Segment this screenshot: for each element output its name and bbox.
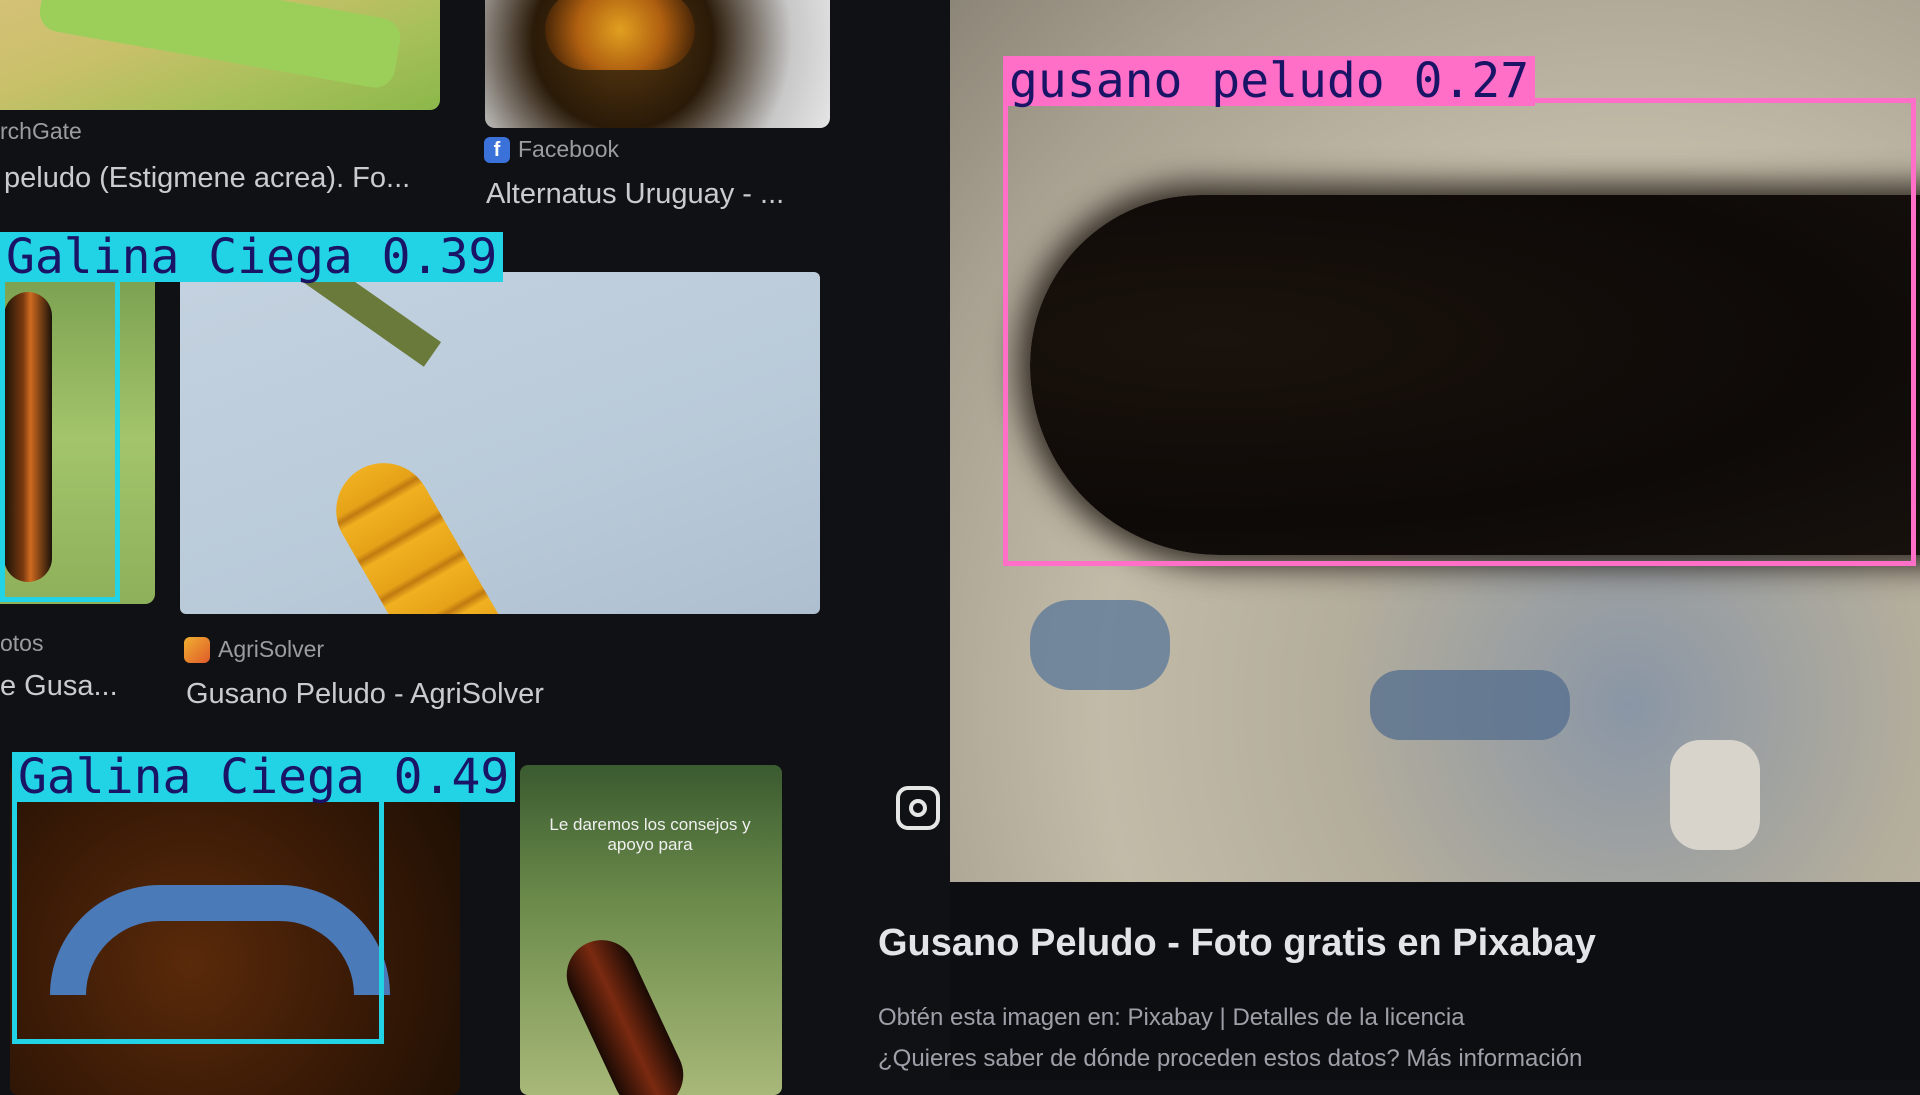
- thumbnail-caterpillar-grass[interactable]: Le daremos los consejos y apoyo para: [520, 765, 782, 1095]
- detection-box-gusano-peludo: [1003, 98, 1916, 566]
- facebook-icon: f: [484, 136, 510, 163]
- result-source-label: otos: [0, 630, 44, 656]
- result-source-label: rchGate: [0, 118, 82, 144]
- detection-label-galina-ciega-2: Galina Ciega 0.49: [12, 752, 516, 802]
- thumbnail-leaf[interactable]: [0, 0, 440, 110]
- detection-label-galina-ciega-1: Galina Ciega 0.39: [0, 232, 504, 282]
- preview-license-line[interactable]: Obtén esta imagen en: Pixabay | Detalles…: [878, 1004, 1465, 1032]
- thumbnail-caterpillar-orange[interactable]: [485, 0, 830, 128]
- result-source-label: AgriSolver: [218, 636, 325, 662]
- result-source-label: Facebook: [518, 136, 620, 162]
- result-title-3[interactable]: e Gusa...: [0, 670, 118, 703]
- preview-origin-line[interactable]: ¿Quieres saber de dónde proceden estos d…: [878, 1045, 1582, 1073]
- lens-icon[interactable]: [896, 786, 940, 830]
- thumb-overlay-text: Le daremos los consejos y apoyo para: [549, 815, 751, 854]
- result-title-4[interactable]: Gusano Peludo - AgriSolver: [186, 678, 544, 711]
- agrisolver-icon: [184, 636, 210, 663]
- result-title-2[interactable]: Alternatus Uruguay - ...: [486, 178, 784, 211]
- thumbnail-caterpillar-yellow[interactable]: [180, 272, 820, 614]
- result-source-researchgate[interactable]: rchGate: [0, 118, 82, 145]
- detection-box-galina-ciega-2: [12, 792, 384, 1044]
- result-source-agrisolver[interactable]: AgriSolver: [184, 636, 324, 663]
- result-source-fotos[interactable]: otos: [0, 630, 43, 657]
- result-title-1[interactable]: peludo (Estigmene acrea). Fo...: [4, 162, 410, 195]
- detection-box-galina-ciega-1: [0, 272, 120, 602]
- result-source-facebook[interactable]: f Facebook: [484, 136, 619, 163]
- detection-label-gusano-peludo: gusano peludo 0.27: [1003, 56, 1536, 106]
- preview-title[interactable]: Gusano Peludo - Foto gratis en Pixabay: [878, 922, 1596, 965]
